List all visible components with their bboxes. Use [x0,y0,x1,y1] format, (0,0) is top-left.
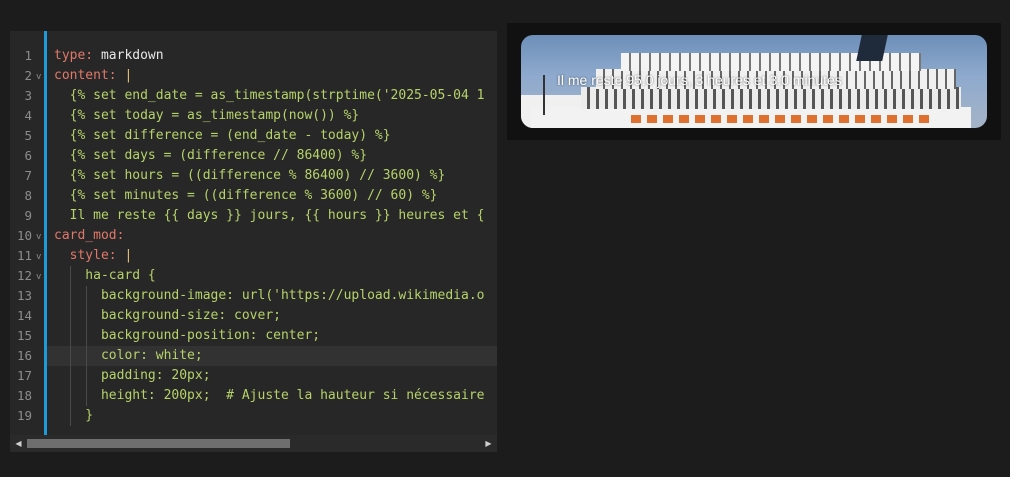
code-line[interactable]: style: | [47,246,497,266]
indent-guide [70,266,71,426]
line-number: 6 [24,148,32,163]
code-token: Il me reste {{ days }} jours, {{ hours }… [54,208,485,223]
code-line[interactable]: {% set end_date = as_timestamp(strptime(… [47,86,497,106]
code-line[interactable]: {% set days = (difference // 86400) %} [47,146,497,166]
code-line[interactable]: background-image: url('https://upload.wi… [47,286,497,306]
scrollbar-thumb[interactable] [27,439,290,448]
scroll-left-icon[interactable]: ◀ [10,435,27,452]
code-token: } [54,408,94,423]
code-line[interactable]: {% set today = as_timestamp(now()) %} [47,106,497,126]
code-token: padding: 20px; [54,368,211,383]
line-number: 9 [24,208,32,223]
code-line[interactable]: background-size: cover; [47,306,497,326]
code-line[interactable]: color: white; [47,346,497,366]
code-editor[interactable]: type: markdown content: | {% set end_date… [10,31,497,452]
line-number: 3 [24,88,32,103]
code-token: markdown [93,48,164,63]
line-number: 17 [16,368,32,383]
code-line[interactable]: {% set difference = (end_date - today) %… [47,126,497,146]
code-line[interactable]: padding: 20px; [47,366,497,386]
line-number: 12 [16,268,32,283]
fold-chevron-icon[interactable]: v [36,66,41,88]
line-number: 19 [16,408,32,423]
code-token: background-position: center; [54,328,321,343]
code-line[interactable]: height: 200px; # Ajuste la hauteur si né… [47,386,497,406]
code-token: {% set today = as_timestamp(now()) %} [54,108,360,123]
code-token: {% set end_date = as_timestamp(strptime(… [54,88,485,103]
line-number: 14 [16,308,32,323]
line-number: 13 [16,288,32,303]
fold-chevron-icon[interactable]: v [36,246,41,268]
line-number: 10 [16,228,32,243]
code-token: | [124,248,133,263]
code-line[interactable]: card_mod: [47,226,497,246]
line-number: 4 [24,108,32,123]
fold-chevron-icon[interactable]: v [36,266,41,288]
code-line[interactable]: background-position: center; [47,326,497,346]
line-number: 7 [24,168,32,183]
code-token: color: white; [54,348,203,363]
line-number: 11 [16,248,32,263]
code-token: {% set hours = ((difference % 86400) // … [54,168,446,183]
code-line[interactable]: type: markdown [47,46,497,66]
line-number: 8 [24,188,32,203]
countdown-text: Il me reste 95.0 jours, 3 heures et 3.0 … [557,72,842,88]
code-line[interactable]: {% set hours = ((difference % 86400) // … [47,166,497,186]
code-line[interactable]: } [47,406,497,426]
indent-guide [86,286,87,406]
code-token: background-image: url('https://upload.wi… [54,288,485,303]
code-line[interactable]: content: | [47,66,497,86]
line-number: 5 [24,128,32,143]
scroll-right-icon[interactable]: ▶ [480,435,497,452]
code-token: height: 200px; # Ajuste la hauteur si né… [54,388,485,403]
code-token: background-size: cover; [54,308,281,323]
fold-chevron-icon[interactable]: v [36,226,41,248]
code-token: | [124,68,133,83]
code-token: style: [69,248,117,263]
code-token: card_mod: [54,228,125,243]
line-number: 18 [16,388,32,403]
code-token: type: [54,48,94,63]
code-token: {% set difference = (end_date - today) %… [54,128,391,143]
code-line[interactable]: {% set minutes = ((difference % 3600) //… [47,186,497,206]
card-preview-panel: Il me reste 95.0 jours, 3 heures et 3.0 … [507,23,1001,140]
code-token: content: [54,68,117,83]
line-number: 16 [16,348,32,363]
code-token: {% set minutes = ((difference % 3600) //… [54,188,438,203]
horizontal-scrollbar[interactable]: ◀ ▶ [10,435,497,452]
code-line[interactable]: Il me reste {{ days }} jours, {{ hours }… [47,206,497,226]
line-number: 15 [16,328,32,343]
line-number: 2 [24,68,32,83]
markdown-card: Il me reste 95.0 jours, 3 heures et 3.0 … [521,35,987,128]
code-line[interactable]: ha-card { [47,266,497,286]
line-number: 1 [24,48,32,63]
code-token: {% set days = (difference // 86400) %} [54,148,368,163]
code-area[interactable]: type: markdown content: | {% set end_date… [47,31,497,435]
